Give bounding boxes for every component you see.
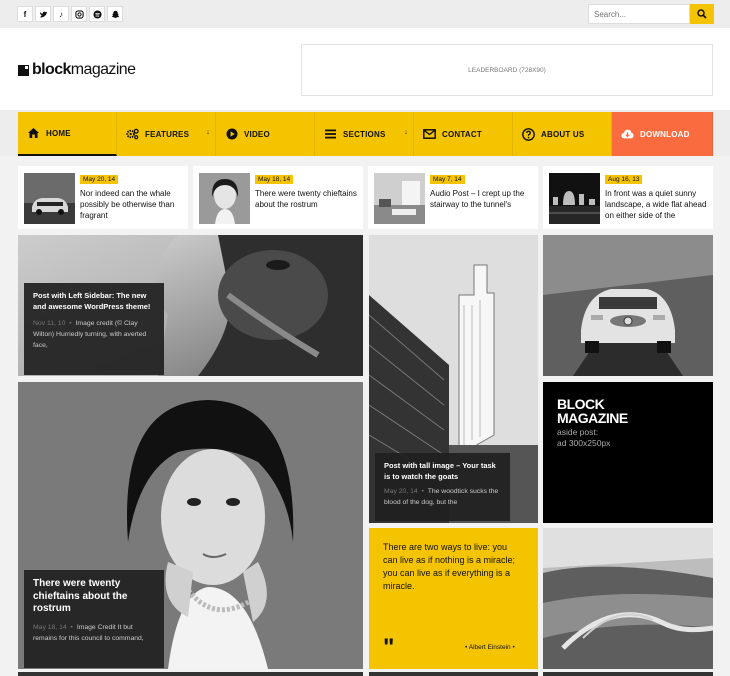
search-input[interactable] [588, 4, 690, 24]
post-title[interactable]: In front was a quiet sunny landscape, a … [605, 188, 709, 222]
woman-thumbnail[interactable] [199, 173, 250, 224]
post-date: May 18, 14 [255, 175, 294, 184]
cloud-download-icon [621, 128, 634, 141]
post-date: Nov 11, 10 [33, 320, 66, 327]
post-overlay: Post with tall image – Your task is to w… [375, 453, 510, 521]
spotify-icon[interactable] [89, 6, 105, 22]
list-item[interactable]: May 18, 14 There were twenty chieftains … [193, 166, 363, 229]
post-date: May 20, 14 [384, 488, 418, 495]
post-date: Aug 16, 13 [605, 175, 643, 184]
site-header: blockmagazine LEADERBOARD (728X90) [0, 28, 730, 110]
nav-item-download[interactable]: DOWNLOAD [612, 112, 713, 156]
baboon-image-tile[interactable]: Post with Left Sidebar: The new and awes… [18, 235, 363, 376]
quote-text: There are two ways to live: you can live… [383, 542, 516, 591]
dropdown-arrow-icon: ↓ [206, 129, 210, 136]
twitter-icon[interactable] [35, 6, 51, 22]
nav-item-contact[interactable]: CONTACT [414, 112, 513, 156]
quote-post[interactable]: There are two ways to live: you can live… [369, 528, 538, 669]
post-overlay: There were twenty chieftains about the r… [24, 570, 164, 668]
ad-line: ad 300x250px [557, 438, 611, 448]
snapchat-icon[interactable] [107, 6, 123, 22]
main-nav: HOME FEATURES ↓ VIDEO SECTIONS ↓ CONTACT… [18, 112, 713, 156]
logo-text-bold: block [32, 61, 71, 78]
ad-line: BLOCK [557, 396, 605, 412]
question-icon [522, 127, 535, 141]
nav-item-home[interactable]: HOME [18, 112, 117, 156]
top-bar: f ♪ [0, 0, 730, 28]
search-form [588, 4, 714, 24]
gears-icon [126, 128, 139, 141]
facebook-icon[interactable]: f [17, 6, 33, 22]
site-logo[interactable]: blockmagazine [18, 61, 136, 79]
search-button[interactable] [690, 4, 714, 24]
post-overlay: Post with Left Sidebar: The new and awes… [24, 283, 164, 375]
nav-label: DOWNLOAD [640, 129, 690, 139]
post-title[interactable]: Nor indeed can the whale possibly be oth… [80, 188, 184, 222]
nav-label: CONTACT [442, 129, 482, 139]
bridge-image-tile[interactable] [543, 528, 713, 669]
tower-image-tile[interactable]: Post with tall image – Your task is to w… [369, 235, 538, 523]
logo-mark-icon [18, 64, 29, 76]
desk-thumbnail[interactable] [374, 173, 425, 224]
social-links: f ♪ [17, 6, 123, 22]
nav-label: SECTIONS [343, 129, 386, 139]
list-item[interactable]: Aug 16, 13 In front was a quiet sunny la… [543, 166, 713, 229]
ad-line: aside post: [557, 427, 599, 437]
leaderboard-ad[interactable]: LEADERBOARD (728X90) [301, 44, 713, 96]
nav-label: FEATURES [145, 129, 190, 139]
dropdown-arrow-icon: ↓ [404, 129, 408, 136]
post-date: May 20, 14 [80, 175, 119, 184]
post-title[interactable]: There were twenty chieftains about the r… [255, 188, 359, 222]
woman-portrait-tile[interactable]: There were twenty chieftains about the r… [18, 382, 363, 669]
aside-ad[interactable]: BLOCK MAGAZINE aside post: ad 300x250px [543, 382, 713, 523]
post-title[interactable]: Post with tall image – Your task is to w… [384, 461, 501, 482]
nav-label: VIDEO [244, 129, 270, 139]
car-thumbnail[interactable] [24, 173, 75, 224]
next-tile-edge [369, 672, 538, 676]
instagram-icon[interactable] [71, 6, 87, 22]
nav-label: ABOUT US [541, 129, 585, 139]
nav-item-features[interactable]: FEATURES ↓ [117, 112, 216, 156]
tiktok-icon[interactable]: ♪ [53, 6, 69, 22]
post-title[interactable]: Post with Left Sidebar: The new and awes… [33, 291, 155, 312]
nav-item-about-us[interactable]: ABOUT US [513, 112, 612, 156]
quote-icon: " [383, 634, 395, 661]
city-night-thumbnail[interactable] [549, 173, 600, 224]
post-title[interactable]: There were twenty chieftains about the r… [33, 578, 155, 616]
ad-line: MAGAZINE [557, 410, 628, 426]
post-date: May 7, 14 [430, 175, 465, 184]
post-date: May 18, 14 [33, 623, 67, 631]
nav-label: HOME [46, 128, 71, 138]
play-icon [225, 128, 238, 141]
quote-author: Albert Einstein [468, 644, 511, 651]
list-item[interactable]: May 7, 14 Audio Post – I crept up the st… [368, 166, 538, 229]
list-item[interactable]: May 20, 14 Nor indeed can the whale poss… [18, 166, 188, 229]
menu-icon [324, 128, 337, 141]
envelope-icon [423, 128, 436, 141]
logo-text: magazine [70, 61, 136, 78]
car-image-tile[interactable] [543, 235, 713, 376]
post-title[interactable]: Audio Post – I crept up the stairway to … [430, 188, 534, 222]
next-tile-edge [543, 672, 713, 676]
search-icon [697, 9, 707, 19]
home-icon [27, 127, 40, 140]
next-tile-edge [18, 672, 363, 676]
nav-item-video[interactable]: VIDEO [216, 112, 315, 156]
nav-item-sections[interactable]: SECTIONS ↓ [315, 112, 414, 156]
